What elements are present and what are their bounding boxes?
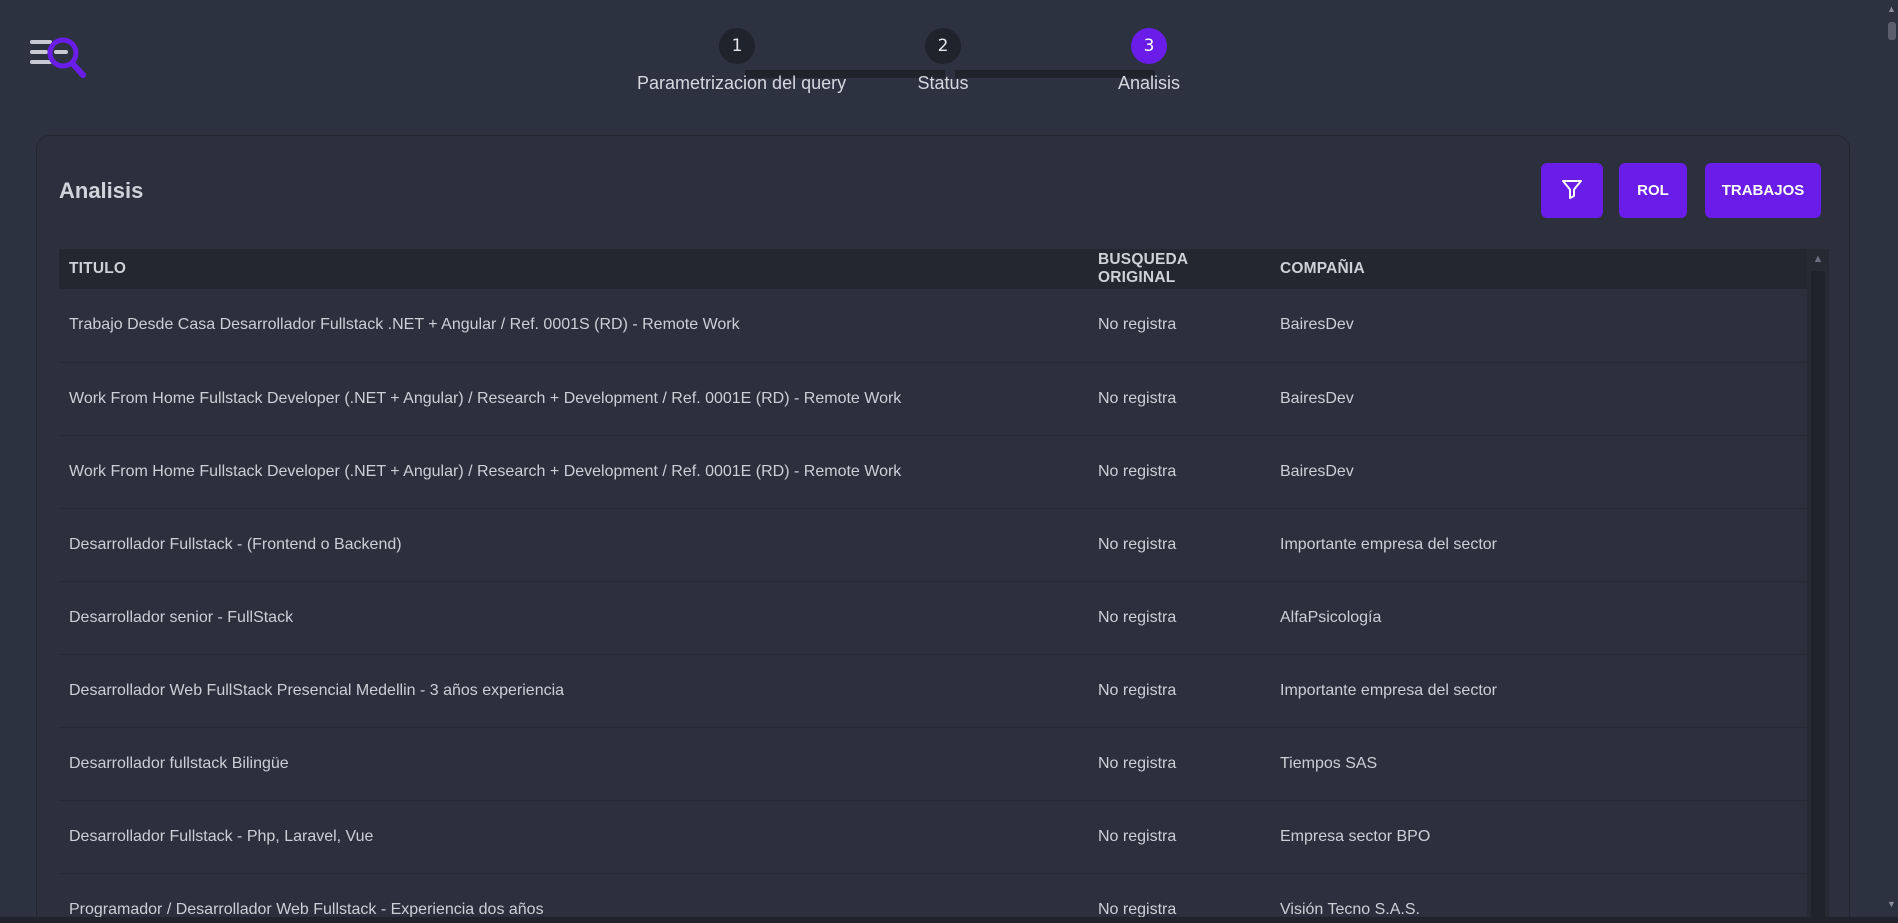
cell-compania: BairesDev — [1280, 462, 1354, 480]
cell-busqueda: No registra — [1098, 827, 1177, 845]
cell-compania: Tiempos SAS — [1280, 754, 1378, 772]
cell-titulo: Desarrollador fullstack Bilingüe — [69, 754, 289, 772]
jobs-table-container[interactable]: TITULO BUSQUEDA ORIGINAL COMPAÑIA Trabaj… — [59, 249, 1829, 923]
cell-compania: Importante empresa del sector — [1280, 535, 1497, 553]
cell-busqueda: No registra — [1098, 535, 1177, 553]
filter-icon — [1560, 177, 1584, 205]
header-busqueda-original[interactable]: BUSQUEDA ORIGINAL — [1088, 249, 1270, 289]
table-row[interactable]: Desarrollador senior - FullStack No regi… — [59, 581, 1807, 654]
cell-titulo: Programador / Desarrollador Web Fullstac… — [69, 900, 544, 918]
page-scrollbar-thumb[interactable] — [1888, 22, 1896, 40]
scroll-up-arrow-icon[interactable]: ▲ — [1807, 249, 1829, 269]
bottom-edge — [0, 917, 1898, 923]
step-label: Parametrizacion del query — [637, 73, 847, 93]
cell-titulo: Trabajo Desde Casa Desarrollador Fullsta… — [69, 316, 740, 334]
cell-titulo: Work From Home Fullstack Developer (.NET… — [69, 462, 902, 480]
header-titulo[interactable]: TITULO — [59, 249, 1088, 289]
cell-busqueda: No registra — [1098, 316, 1177, 334]
cell-compania: Empresa sector BPO — [1280, 827, 1431, 845]
cell-busqueda: No registra — [1098, 389, 1177, 407]
table-row[interactable]: Work From Home Fullstack Developer (.NET… — [59, 362, 1807, 435]
cell-titulo: Desarrollador Fullstack - Php, Laravel, … — [69, 827, 374, 845]
progress-stepper: 1 Parametrizacion del query 2 Status 3 A… — [0, 28, 1898, 98]
table-header-row: TITULO BUSQUEDA ORIGINAL COMPAÑIA — [59, 249, 1807, 289]
step-number: 2 — [925, 28, 961, 64]
cell-compania: Visión Tecno S.A.S. — [1280, 900, 1420, 918]
cell-titulo: Desarrollador Web FullStack Presencial M… — [69, 681, 565, 699]
cell-busqueda: No registra — [1098, 754, 1177, 772]
card-title: Analisis — [59, 178, 144, 203]
cell-busqueda: No registra — [1098, 608, 1177, 626]
table-row[interactable]: Desarrollador fullstack Bilingüe No regi… — [59, 727, 1807, 800]
cell-compania: BairesDev — [1280, 389, 1354, 407]
step-3[interactable]: 3 Analisis — [1049, 28, 1249, 94]
trabajos-button[interactable]: TRABAJOS — [1705, 163, 1821, 218]
cell-busqueda: No registra — [1098, 900, 1177, 918]
filter-button[interactable] — [1541, 163, 1603, 218]
table-row[interactable]: Work From Home Fullstack Developer (.NET… — [59, 435, 1807, 508]
table-row[interactable]: Desarrollador Fullstack - (Frontend o Ba… — [59, 508, 1807, 581]
step-number: 3 — [1131, 28, 1167, 64]
rol-button[interactable]: ROL — [1619, 163, 1687, 218]
cell-busqueda: No registra — [1098, 681, 1177, 699]
step-1[interactable]: 1 Parametrizacion del query — [637, 28, 847, 94]
jobs-table: TITULO BUSQUEDA ORIGINAL COMPAÑIA Trabaj… — [59, 249, 1807, 923]
cell-busqueda: No registra — [1098, 462, 1177, 480]
step-number: 1 — [719, 28, 755, 64]
table-row[interactable]: Desarrollador Web FullStack Presencial M… — [59, 654, 1807, 727]
cell-compania: AlfaPsicología — [1280, 608, 1382, 626]
analysis-card: Analisis ROL TRABAJOS TITULO BUSQUEDA OR… — [36, 135, 1850, 923]
app-root: 1 Parametrizacion del query 2 Status 3 A… — [0, 0, 1898, 923]
step-label: Analisis — [1117, 73, 1181, 93]
cell-titulo: Work From Home Fullstack Developer (.NET… — [69, 389, 902, 407]
cell-titulo: Desarrollador senior - FullStack — [69, 608, 294, 626]
table-scrollbar[interactable]: ▲ — [1807, 249, 1829, 923]
page-scrollbar[interactable]: ▲ ▼ — [1885, 0, 1898, 923]
table-row[interactable]: Programador / Desarrollador Web Fullstac… — [59, 873, 1807, 923]
step-2[interactable]: 2 Status — [843, 28, 1043, 94]
table-scrollbar-thumb[interactable] — [1811, 271, 1825, 923]
page-scroll-down-icon[interactable]: ▼ — [1885, 897, 1898, 911]
table-row[interactable]: Trabajo Desde Casa Desarrollador Fullsta… — [59, 289, 1807, 362]
step-label: Status — [917, 73, 969, 93]
page-scroll-up-icon[interactable]: ▲ — [1885, 2, 1898, 16]
cell-titulo: Desarrollador Fullstack - (Frontend o Ba… — [69, 535, 402, 553]
table-row[interactable]: Desarrollador Fullstack - Php, Laravel, … — [59, 800, 1807, 873]
cell-compania: Importante empresa del sector — [1280, 681, 1497, 699]
cell-compania: BairesDev — [1280, 316, 1354, 334]
header-compania[interactable]: COMPAÑIA — [1270, 249, 1807, 289]
